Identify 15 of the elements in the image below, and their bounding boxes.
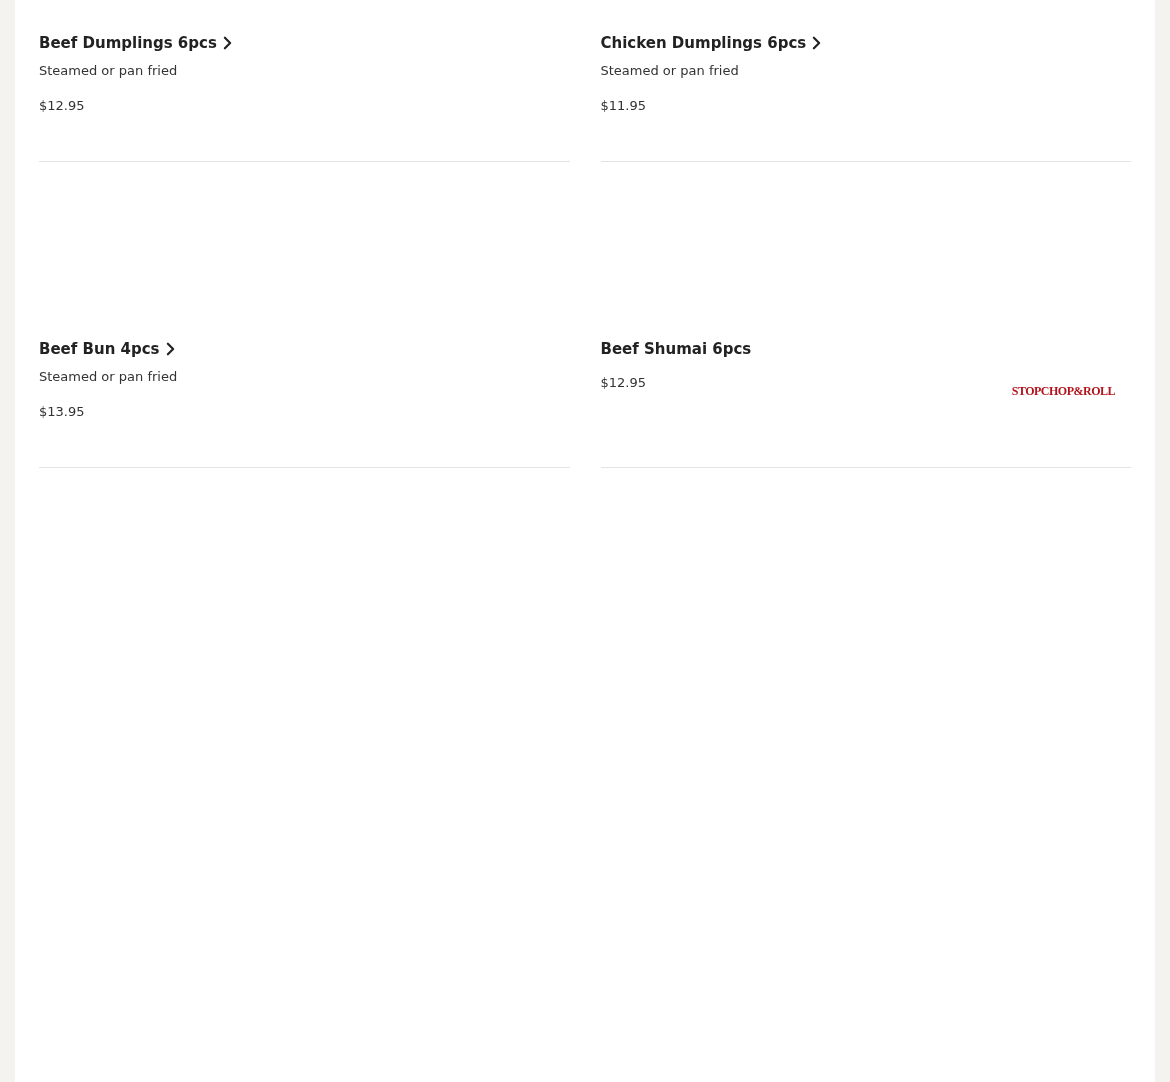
item-description: Steamed or pan fried	[600, 62, 740, 80]
item-title[interactable]: Beef Dumplings 6pcs	[39, 31, 217, 55]
item-price: $11.95	[600, 97, 647, 115]
item-price: $12.95	[600, 374, 647, 392]
item-title[interactable]: Beef Shumai 6pcs	[600, 337, 752, 361]
item-title[interactable]: Beef Bun 4pcs	[39, 337, 160, 361]
item-description: Steamed or pan fried	[39, 368, 178, 386]
item-price: $12.95	[39, 97, 86, 115]
item-title[interactable]: Chicken Dumplings 6pcs	[600, 31, 807, 55]
chevron-right-icon[interactable]	[812, 36, 822, 50]
chevron-right-icon[interactable]	[165, 342, 175, 356]
item-description: Steamed or pan fried	[39, 62, 179, 80]
chevron-right-icon[interactable]	[222, 36, 232, 50]
item-price: $13.95	[39, 403, 86, 421]
restaurant-logo: STOPCHOP&ROLL	[1011, 383, 1115, 400]
